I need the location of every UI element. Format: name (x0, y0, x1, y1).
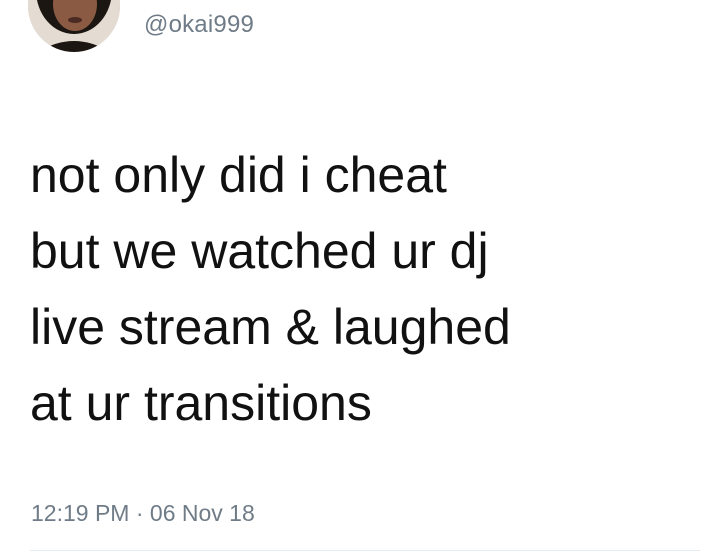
tweet-timestamp[interactable]: 12:19 PM · 06 Nov 18 (31, 500, 255, 527)
tweet-text: not only did i cheat but we watched ur d… (30, 137, 700, 441)
avatar[interactable] (28, 0, 120, 52)
meta-separator: · (135, 500, 144, 526)
tweet-text-line: live stream & laughed (30, 299, 511, 355)
tweet-text-line: but we watched ur dj (30, 223, 489, 279)
tweet-text-line: not only did i cheat (30, 147, 447, 203)
tweet-card: @okai999 not only did i cheat but we wat… (0, 0, 720, 560)
tweet-text-line: at ur transitions (30, 375, 372, 431)
author-handle[interactable]: @okai999 (144, 11, 254, 39)
divider (30, 550, 700, 551)
tweet-time: 12:19 PM (31, 500, 130, 526)
profile-photo-icon (28, 0, 120, 52)
tweet-date: 06 Nov 18 (149, 500, 255, 526)
